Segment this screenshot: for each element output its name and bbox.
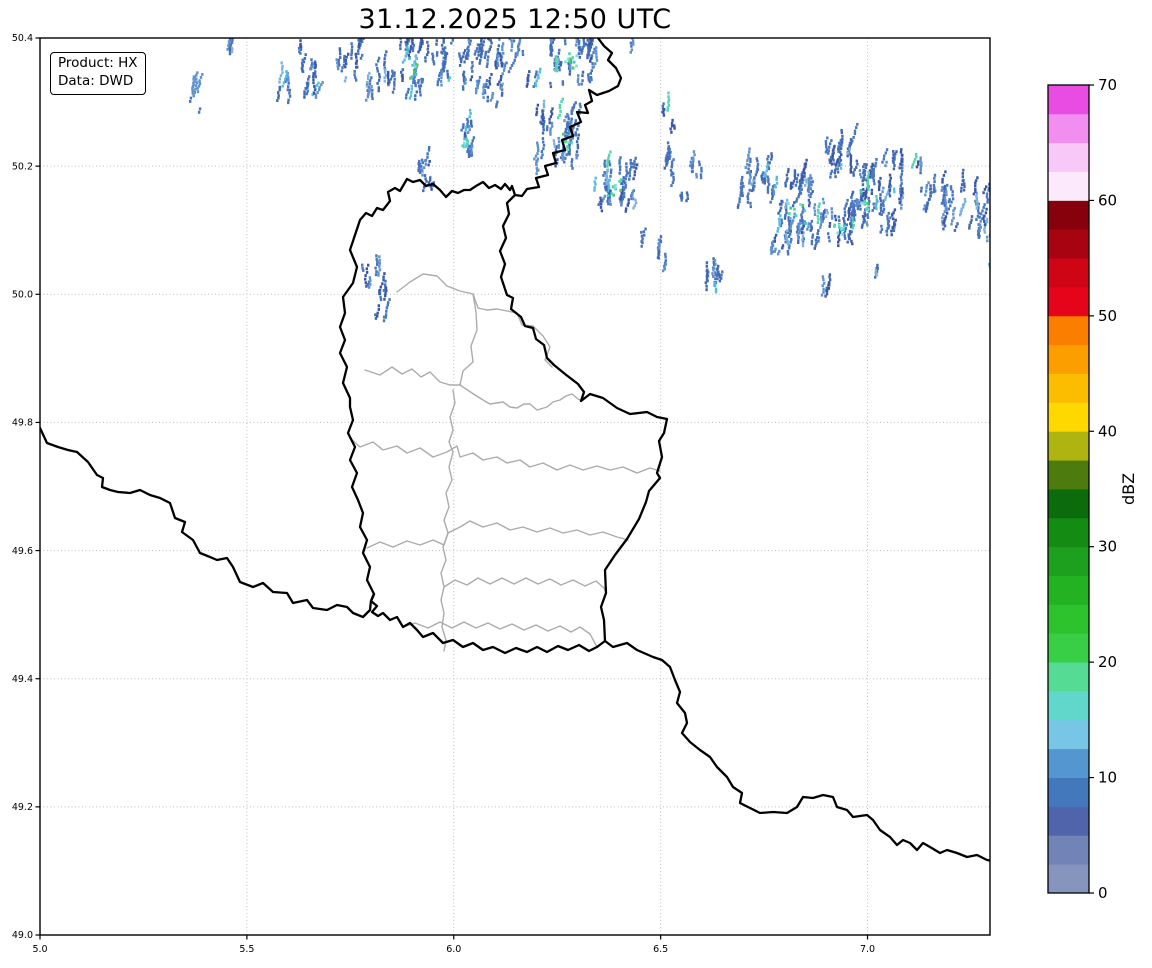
colorbar-segment	[1048, 402, 1089, 432]
radar-map-plot: 5.0 5.5 6.0 6.5 7.0 49.0 49.2 49.4 49.6 49.8 50.0 5…	[12, 33, 1138, 955]
echo-layer	[189, 38, 990, 323]
colorbar-segment	[1048, 517, 1089, 548]
colorbar-segment	[1048, 200, 1089, 230]
axes-layer: 5.0 5.5 6.0 6.5 7.0 49.0 49.2 49.4 49.6 49.8 50.0 5…	[12, 33, 991, 955]
colorbar-tick-label: 0	[1098, 884, 1108, 902]
colorbar-tick-label: 60	[1098, 191, 1117, 209]
x-tick-label: 5.0	[32, 944, 47, 955]
colorbar-segment	[1048, 373, 1089, 403]
colorbar-segment	[1048, 719, 1089, 750]
y-tick-label: 50.2	[12, 161, 33, 172]
radar-figure: 31.12.2025 12:50 UTC Product: HX Data: D…	[0, 0, 1152, 968]
country-border	[40, 426, 376, 619]
x-tick-label: 5.5	[239, 944, 254, 955]
colorbar-segment	[1048, 633, 1089, 663]
colorbar: 0 10 20 30 40 50 60 70 dBZ	[1047, 76, 1138, 902]
admin-border	[349, 437, 661, 474]
colorbar-segment	[1048, 460, 1089, 490]
admin-border	[396, 273, 553, 368]
colorbar-segment	[1048, 748, 1089, 778]
colorbar-segment	[1048, 171, 1089, 201]
colorbar-tick-label: 50	[1098, 307, 1117, 325]
colorbar-tick-label: 20	[1098, 653, 1117, 671]
colorbar-segment	[1048, 835, 1089, 865]
radar-echo-pixels	[414, 54, 870, 237]
border-layer	[40, 38, 990, 862]
admin-border	[364, 366, 461, 386]
y-tick-label: 49.4	[12, 674, 33, 685]
radar-echo-pixels	[461, 52, 869, 229]
colorbar-segment	[1048, 85, 1089, 115]
colorbar-tick-label: 70	[1098, 76, 1117, 94]
colorbar-segment	[1048, 604, 1089, 634]
x-tick-label: 6.0	[446, 944, 461, 955]
y-tick-label: 50.4	[12, 33, 33, 44]
y-tick-label: 49.6	[12, 546, 33, 557]
info-box: Product: HX Data: DWD	[50, 52, 146, 95]
colorbar-segment	[1048, 113, 1089, 144]
admin-border	[366, 532, 449, 549]
info-box-data-source: Data: DWD	[58, 72, 134, 89]
x-tick-label: 7.0	[860, 944, 875, 955]
admin-border	[440, 389, 456, 652]
colorbar-segment	[1048, 258, 1089, 288]
colorbar-segment	[1048, 287, 1089, 317]
colorbar-segment	[1048, 777, 1089, 807]
colorbar-segment	[1048, 806, 1089, 836]
admin-border	[443, 577, 607, 594]
admin-border	[459, 384, 583, 411]
colorbar-segment	[1048, 489, 1089, 519]
colorbar-segment	[1048, 229, 1089, 259]
country-border	[603, 639, 990, 862]
x-tick-label: 6.5	[653, 944, 668, 955]
colorbar-segment	[1048, 662, 1089, 692]
grid-layer	[40, 38, 990, 935]
colorbar-tick-label: 10	[1098, 769, 1117, 787]
y-tick-label: 49.2	[12, 802, 33, 813]
colorbar-segment	[1048, 575, 1089, 605]
colorbar-tick-label: 30	[1098, 538, 1117, 556]
colorbar-segment	[1048, 344, 1089, 374]
radar-echo-pixels	[191, 38, 989, 297]
info-box-product: Product: HX	[58, 55, 138, 71]
colorbar-segment	[1048, 142, 1089, 172]
y-tick-label: 50.0	[12, 289, 33, 300]
admin-border	[459, 293, 478, 386]
country-border	[338, 177, 669, 655]
colorbar-segment	[1048, 431, 1089, 461]
colorbar-segment	[1048, 691, 1089, 721]
colorbar-segment	[1048, 315, 1089, 346]
colorbar-segment	[1048, 864, 1089, 894]
admin-border	[447, 520, 629, 541]
colorbar-tick-label: 40	[1098, 422, 1117, 440]
colorbar-axis-label: dBZ	[1119, 473, 1138, 505]
y-tick-label: 49.8	[12, 418, 33, 429]
colorbar-segment	[1048, 546, 1089, 576]
y-tick-label: 49.0	[12, 930, 33, 941]
